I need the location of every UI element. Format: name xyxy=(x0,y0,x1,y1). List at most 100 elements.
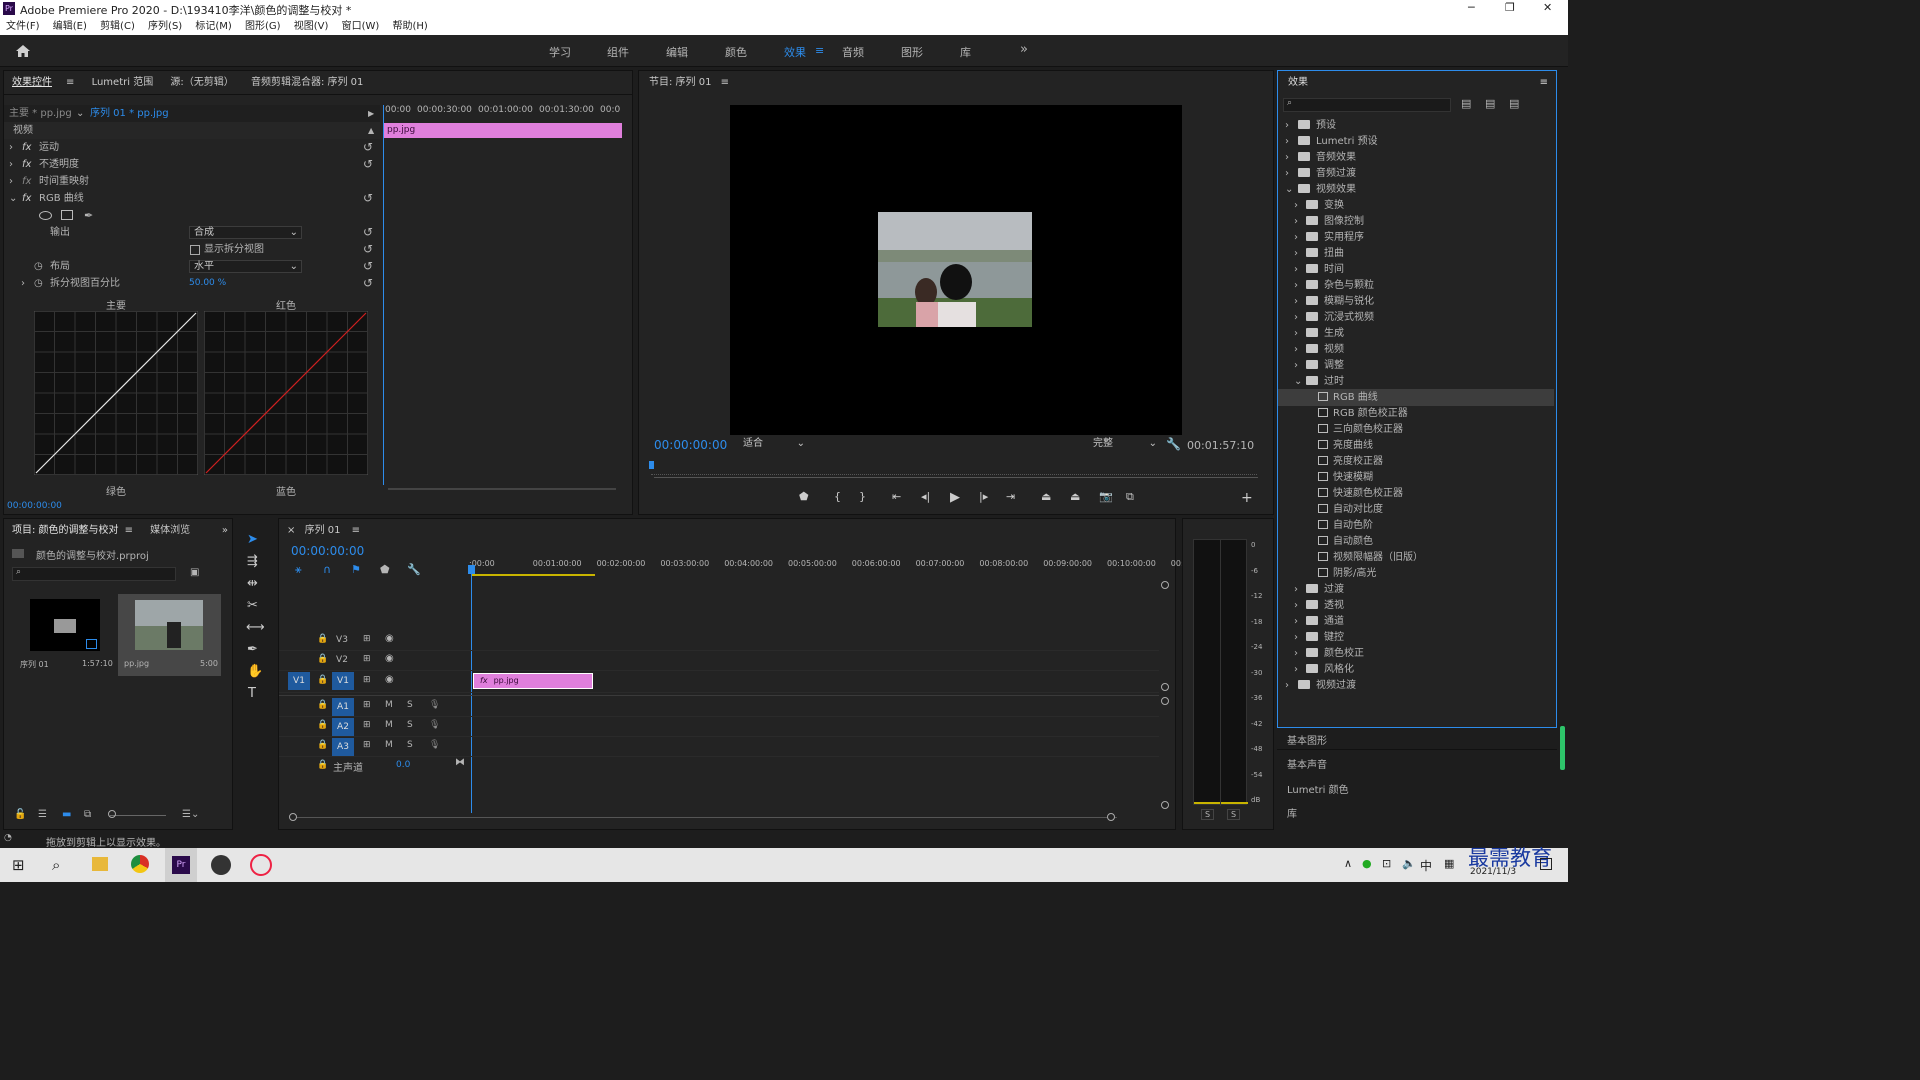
track-target[interactable]: A3 xyxy=(332,738,354,756)
premiere-taskbar-active[interactable]: Pr xyxy=(165,848,197,882)
tab-source[interactable]: 源:（无剪辑） xyxy=(170,71,233,95)
expand-chevron-icon[interactable]: › xyxy=(9,173,13,190)
zoom-slider[interactable] xyxy=(110,815,166,816)
timeline-v-scroll-top[interactable] xyxy=(1161,581,1169,589)
lock-icon[interactable]: 🔒 xyxy=(317,760,328,770)
tree-item-effect[interactable]: 快速颜色校正器 xyxy=(1278,485,1554,502)
tree-item-video-sub[interactable]: › 透视 xyxy=(1278,597,1554,614)
project-item-sequence[interactable]: 序列 01 1:57:10 xyxy=(16,595,116,677)
output-dropdown[interactable]: 合成 ⌄ xyxy=(189,226,302,239)
new-bin-icon[interactable]: ▣ xyxy=(190,567,199,578)
photos-app-icon[interactable] xyxy=(211,855,231,875)
reset-icon[interactable]: ↺ xyxy=(363,190,373,207)
menu-marker[interactable]: 标记(M) xyxy=(195,21,231,32)
tab-audio-mixer[interactable]: 音频剪辑混合器: 序列 01 xyxy=(251,71,363,95)
eye-icon[interactable]: ◉ xyxy=(385,633,394,644)
tab-effect-controls[interactable]: 效果控件 xyxy=(12,71,52,95)
program-playhead[interactable] xyxy=(649,461,654,469)
chrome-icon[interactable] xyxy=(131,855,149,873)
effect-controls-timecode[interactable]: 00:00:00:00 xyxy=(7,501,62,511)
tree-item-video-sub[interactable]: › 生成 xyxy=(1278,325,1554,342)
fx-icon[interactable]: fx xyxy=(22,190,31,207)
panel-menu-icon[interactable]: ≡ xyxy=(352,525,360,536)
timeline-playhead-handle[interactable] xyxy=(468,565,475,574)
lock-icon[interactable]: 🔒 xyxy=(317,675,328,685)
windows-start-icon[interactable]: ⊞ xyxy=(12,856,25,874)
tree-item-effect[interactable]: 自动色阶 xyxy=(1278,517,1554,534)
capture-app-icon[interactable] xyxy=(250,854,272,876)
panel-menu-icon[interactable]: ≡ xyxy=(1540,71,1548,95)
source-patch-v1[interactable]: V1 xyxy=(288,672,310,690)
tree-item-effect[interactable]: 阴影/高光 xyxy=(1278,565,1554,582)
chevron-down-icon[interactable]: ⌄ xyxy=(76,105,84,122)
split-percent-value[interactable]: 50.00 % xyxy=(189,275,226,292)
tree-item-video-sub[interactable]: ⌄ 过时 xyxy=(1278,373,1554,390)
razor-tool-icon[interactable]: ✂ xyxy=(247,598,258,613)
tab-media-browser[interactable]: 媒体浏览 xyxy=(150,519,190,543)
notification-icon[interactable] xyxy=(1540,858,1552,870)
search-icon[interactable]: ⌕ xyxy=(52,856,60,874)
timeline-clip[interactable]: fx pp.jpg xyxy=(473,673,593,689)
yuv-effects-icon[interactable]: ▤ xyxy=(1509,97,1519,110)
program-zoom-bar[interactable] xyxy=(654,477,1258,478)
workspace-effects[interactable]: 效果 xyxy=(784,44,806,60)
go-to-in-icon[interactable]: ⇤ xyxy=(892,490,901,503)
effects-search-input[interactable]: ⌕ xyxy=(1283,98,1451,112)
sync-lock-icon[interactable]: ⊞ xyxy=(363,700,371,710)
stopwatch-icon[interactable]: ◷ xyxy=(34,258,43,275)
sync-lock-icon[interactable]: ⊞ xyxy=(363,654,371,664)
add-marker-icon[interactable]: ⬟ xyxy=(799,490,809,503)
close-button[interactable]: ✕ xyxy=(1543,1,1552,14)
menu-view[interactable]: 视图(V) xyxy=(294,21,329,32)
split-view-checkbox[interactable] xyxy=(190,245,200,255)
microphone-icon[interactable]: 🎙 xyxy=(429,720,440,730)
tree-item-effect[interactable]: RGB 曲线 xyxy=(1278,389,1554,406)
master-curve-graph[interactable] xyxy=(34,311,198,475)
workspace-audio[interactable]: 音频 xyxy=(842,44,864,60)
mini-clip-bar[interactable]: pp.jpg xyxy=(384,123,622,138)
tree-item-effect[interactable]: 快速模糊 xyxy=(1278,469,1554,486)
tree-item-effect[interactable]: 亮度曲线 xyxy=(1278,437,1554,454)
timeline-timecode[interactable]: 00:00:00:00 xyxy=(291,544,364,558)
tray-chevron-icon[interactable]: ∧ xyxy=(1344,857,1352,870)
linked-selection-icon[interactable]: ⚑ xyxy=(351,563,361,576)
more-workspaces-icon[interactable]: » xyxy=(1020,42,1028,57)
tree-item-presets[interactable]: › 预设 xyxy=(1278,117,1554,134)
go-to-out-icon[interactable]: ⇥ xyxy=(1006,490,1015,503)
mark-in-icon[interactable]: { xyxy=(834,490,841,503)
reset-icon[interactable]: ↺ xyxy=(363,156,373,173)
mark-out-icon[interactable]: } xyxy=(859,490,866,503)
tree-item-video-sub[interactable]: › 通道 xyxy=(1278,613,1554,630)
timeline-v-scroll-mid2[interactable] xyxy=(1161,697,1169,705)
maximize-button[interactable]: ❐ xyxy=(1505,1,1515,14)
track-target[interactable]: V3 xyxy=(332,632,352,648)
tree-item-video-sub[interactable]: › 沉浸式视频 xyxy=(1278,309,1554,326)
workspace-libraries[interactable]: 库 xyxy=(960,44,971,60)
ellipse-mask-icon[interactable] xyxy=(39,211,52,220)
export-frame-icon[interactable]: 📷 xyxy=(1099,490,1113,503)
effect-row-rgb-curves[interactable]: ⌄ fx RGB 曲线 ↺ xyxy=(4,190,380,207)
tree-item-video-sub[interactable]: › 风格化 xyxy=(1278,661,1554,678)
mini-playhead[interactable] xyxy=(383,105,384,485)
timeline-v-scroll-mid[interactable] xyxy=(1161,683,1169,691)
quality-dropdown[interactable]: 完整 ⌄ xyxy=(1089,438,1159,451)
mute-button[interactable]: M xyxy=(385,720,393,730)
effects-scrollbar[interactable] xyxy=(1560,726,1565,770)
stopwatch-icon[interactable]: ◷ xyxy=(34,275,43,292)
tree-item-video-sub[interactable]: › 实用程序 xyxy=(1278,229,1554,246)
tree-item-video-sub[interactable]: › 视频 xyxy=(1278,341,1554,358)
play-triangle-icon[interactable]: ▶ xyxy=(368,105,374,122)
step-back-icon[interactable]: ◂| xyxy=(921,490,930,503)
comparison-view-icon[interactable]: ⧉ xyxy=(1126,490,1134,504)
close-icon[interactable]: × xyxy=(287,525,295,536)
tree-item-video-sub[interactable]: › 过渡 xyxy=(1278,581,1554,598)
mute-button[interactable]: M xyxy=(385,700,393,710)
accelerated-effects-icon[interactable]: ▤ xyxy=(1461,97,1471,110)
lock-icon[interactable]: 🔒 xyxy=(317,634,328,644)
tree-item-video-sub[interactable]: › 变换 xyxy=(1278,197,1554,214)
volume-icon[interactable]: 🔈 xyxy=(1402,857,1416,870)
network-icon[interactable]: ⊡ xyxy=(1382,857,1391,870)
expand-chevron-icon[interactable]: › xyxy=(9,156,13,173)
panel-libraries[interactable]: 库 xyxy=(1277,806,1557,823)
project-search-input[interactable]: ⌕ xyxy=(12,567,176,581)
